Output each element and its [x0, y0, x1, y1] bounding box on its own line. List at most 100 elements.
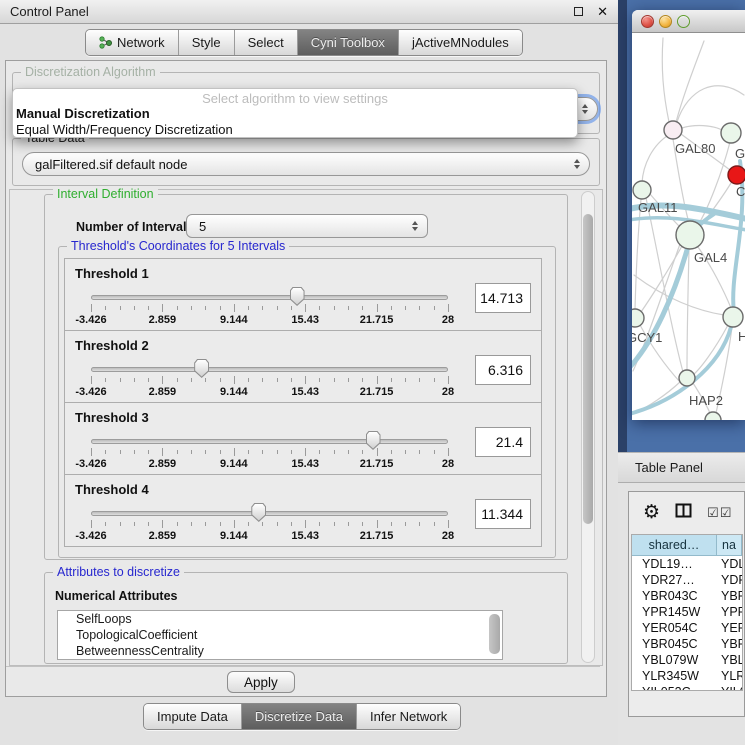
spinner-arrows-icon — [412, 221, 418, 231]
network-node[interactable] — [723, 307, 743, 327]
table-row[interactable]: YER054C YER0 — [632, 620, 742, 636]
table-cell-name[interactable]: YIL0 — [717, 684, 742, 691]
network-edge — [682, 126, 722, 130]
network-node[interactable] — [664, 121, 682, 139]
table-row[interactable]: YPR145W YPR1 — [632, 604, 742, 620]
network-edge — [662, 38, 669, 122]
table-row[interactable]: YDR27… YDR2 — [632, 572, 742, 588]
slider-tick-labels: -3.4262.8599.14415.4321.71528 — [91, 530, 449, 544]
table-cell-shared[interactable]: YBL079W — [632, 652, 717, 668]
network-node[interactable] — [705, 412, 721, 420]
table-row[interactable]: YDL19… YDL1 — [632, 556, 742, 572]
table-cell-name[interactable]: YDL1 — [717, 556, 742, 572]
combo-arrows-icon — [582, 104, 588, 114]
network-edge — [635, 199, 641, 309]
tick-label: 9.144 — [220, 458, 248, 470]
table-cell-name[interactable]: YBL0 — [717, 652, 742, 668]
threshold-value-field[interactable]: 6.316 — [475, 355, 531, 385]
slider-track[interactable] — [91, 367, 448, 372]
table-cell-name[interactable]: YDR2 — [717, 572, 742, 588]
table-cell-name[interactable]: YBR0 — [717, 636, 742, 652]
table-cell-shared[interactable]: YBR045C — [632, 636, 717, 652]
table-cell-shared[interactable]: YIL052C — [632, 684, 717, 691]
table-cell-shared[interactable]: YLR345W — [632, 668, 717, 684]
table-data-combo[interactable]: galFiltered.sif default node — [22, 152, 590, 176]
column-header-shared[interactable]: shared… — [632, 535, 717, 556]
threshold-row: Threshold 1 -3.4262.8599.14415.4321.7152… — [64, 258, 542, 331]
network-node[interactable] — [632, 309, 644, 327]
table-cell-name[interactable]: YER0 — [717, 620, 742, 636]
network-node[interactable] — [679, 370, 695, 386]
threshold-value-field[interactable]: 11.344 — [475, 499, 531, 529]
tick-label: 2.859 — [149, 458, 177, 470]
table-cell-shared[interactable]: YDR27… — [632, 572, 717, 588]
table-cell-shared[interactable]: YPR145W — [632, 604, 717, 620]
threshold-slider[interactable]: -3.4262.8599.14415.4321.71528 — [91, 331, 448, 404]
apply-button[interactable]: Apply — [227, 671, 295, 693]
table-row[interactable]: YBR045C YBR0 — [632, 636, 742, 652]
attribute-list-item[interactable]: SelfLoops — [58, 611, 502, 627]
tick-label: 2.859 — [149, 314, 177, 326]
threshold-slider[interactable]: -3.4262.8599.14415.4321.71528 — [91, 475, 448, 548]
network-node[interactable] — [728, 166, 745, 184]
tab-cyni-toolbox[interactable]: Cyni Toolbox — [298, 30, 399, 55]
close-icon[interactable]: ✕ — [597, 4, 608, 20]
column-header-name[interactable]: na — [717, 535, 742, 556]
table-row[interactable]: YLR345W YLR3 — [632, 668, 742, 684]
tab-impute-data[interactable]: Impute Data — [144, 704, 242, 729]
bottom-tab-bar: Impute Data Discretize Data Infer Networ… — [143, 703, 461, 730]
attributes-scrollbar-thumb[interactable] — [489, 614, 500, 654]
tab-select[interactable]: Select — [235, 30, 298, 55]
slider-track[interactable] — [91, 511, 448, 516]
number-of-intervals-spinner[interactable]: 5 — [186, 214, 428, 238]
network-node[interactable] — [721, 123, 741, 143]
table-cell-name[interactable]: YLR3 — [717, 668, 742, 684]
combo-arrows-icon — [574, 159, 580, 169]
tick-label: 9.144 — [220, 314, 248, 326]
tab-infer-network[interactable]: Infer Network — [357, 704, 460, 729]
network-node[interactable] — [633, 181, 651, 199]
settings-scrollbar-thumb[interactable] — [583, 214, 593, 524]
tab-jactivemnodules[interactable]: jActiveMNodules — [399, 30, 522, 55]
threshold-slider[interactable]: -3.4262.8599.14415.4321.71528 — [91, 403, 448, 476]
attribute-list-item[interactable]: BetweennessCentrality — [58, 643, 502, 659]
tick-label: 9.144 — [220, 530, 248, 542]
minimize-traffic-light[interactable] — [659, 15, 672, 28]
slider-handle-face — [195, 360, 208, 377]
algorithm-option-manual[interactable]: Manual Discretization — [13, 106, 577, 122]
node-table[interactable]: shared… na YDL19… YDL1 YDR27… YDR2 YBR04… — [631, 534, 743, 691]
network-node[interactable] — [676, 221, 704, 249]
tick-label: 21.715 — [360, 386, 394, 398]
table-cell-shared[interactable]: YBR043C — [632, 588, 717, 604]
threshold-value-field[interactable]: 14.713 — [475, 283, 531, 313]
algorithm-option-equal-width[interactable]: Equal Width/Frequency Discretization — [13, 122, 577, 138]
threshold-slider[interactable]: -3.4262.8599.14415.4321.71528 — [91, 259, 448, 332]
slider-handle-face — [252, 504, 265, 521]
settings-scrollbar[interactable] — [581, 191, 595, 663]
table-cell-shared[interactable]: YER054C — [632, 620, 717, 636]
float-icon[interactable] — [574, 7, 583, 16]
network-graph[interactable]: GAL80GAGAL11GAL4GCY1HHAP2C — [632, 33, 745, 420]
split-view-icon[interactable] — [675, 503, 692, 523]
column-select-icons[interactable]: ☑☑ — [707, 505, 732, 521]
tab-style[interactable]: Style — [179, 30, 235, 55]
tab-network[interactable]: Network — [86, 30, 179, 55]
attribute-list-item[interactable]: TopologicalCoefficient — [58, 627, 502, 643]
numerical-attributes-list[interactable]: SelfLoops TopologicalCoefficient Between… — [57, 610, 503, 660]
gear-icon[interactable]: ⚙ — [643, 501, 660, 524]
slider-track[interactable] — [91, 439, 448, 444]
zoom-traffic-light[interactable] — [677, 15, 690, 28]
table-cell-shared[interactable]: YDL19… — [632, 556, 717, 572]
table-row[interactable]: YIL052C YIL0 — [632, 684, 742, 691]
table-row[interactable]: YBL079W YBL0 — [632, 652, 742, 668]
table-cell-name[interactable]: YBR0 — [717, 588, 742, 604]
tick-label: 28 — [442, 386, 454, 398]
network-window-titlebar[interactable] — [632, 10, 745, 33]
threshold-value-field[interactable]: 21.4 — [475, 427, 531, 457]
slider-track[interactable] — [91, 295, 448, 300]
table-row[interactable]: YBR043C YBR0 — [632, 588, 742, 604]
close-traffic-light[interactable] — [641, 15, 654, 28]
table-cell-name[interactable]: YPR1 — [717, 604, 742, 620]
network-canvas[interactable]: GAL80GAGAL11GAL4GCY1HHAP2C — [632, 33, 745, 420]
tab-discretize-data[interactable]: Discretize Data — [242, 704, 357, 729]
